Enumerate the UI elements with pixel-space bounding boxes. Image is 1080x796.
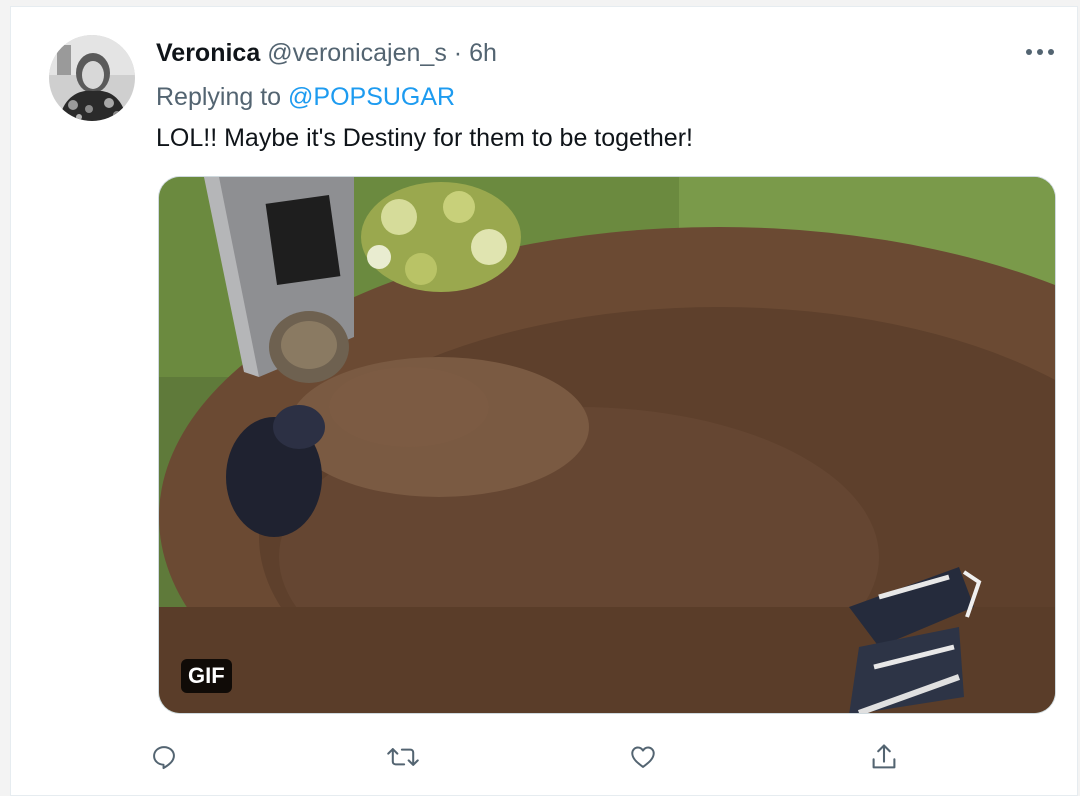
avatar[interactable] (49, 35, 135, 121)
tweet-text: LOL!! Maybe it's Destiny for them to be … (156, 124, 693, 152)
retweet-icon (387, 748, 419, 766)
share-icon (872, 744, 896, 769)
reply-button[interactable] (146, 739, 182, 775)
replying-to-line: Replying to @POPSUGAR (156, 82, 455, 112)
reply-icon (153, 746, 175, 770)
share-button[interactable] (866, 739, 902, 775)
separator-dot: · (453, 39, 463, 67)
avatar-image (49, 35, 135, 121)
more-horizontal-icon (1026, 49, 1054, 55)
heart-icon (631, 746, 655, 768)
like-button[interactable] (625, 739, 661, 775)
gif-frame (159, 177, 1055, 713)
retweet-button[interactable] (385, 739, 421, 775)
tweet-header: Veronica @veronicajen_s · 6h (156, 38, 497, 68)
replying-to-mention[interactable]: @POPSUGAR (288, 83, 455, 111)
user-handle[interactable]: @veronicajen_s (267, 39, 447, 67)
timestamp[interactable]: 6h (469, 39, 497, 67)
tweet-card[interactable]: Veronica @veronicajen_s · 6h Replying to… (10, 6, 1078, 796)
gif-badge: GIF (181, 659, 232, 693)
display-name[interactable]: Veronica (156, 39, 260, 67)
gif-media[interactable]: GIF (158, 176, 1056, 714)
replying-to-label: Replying to (156, 83, 289, 111)
more-options-button[interactable] (1023, 39, 1057, 65)
